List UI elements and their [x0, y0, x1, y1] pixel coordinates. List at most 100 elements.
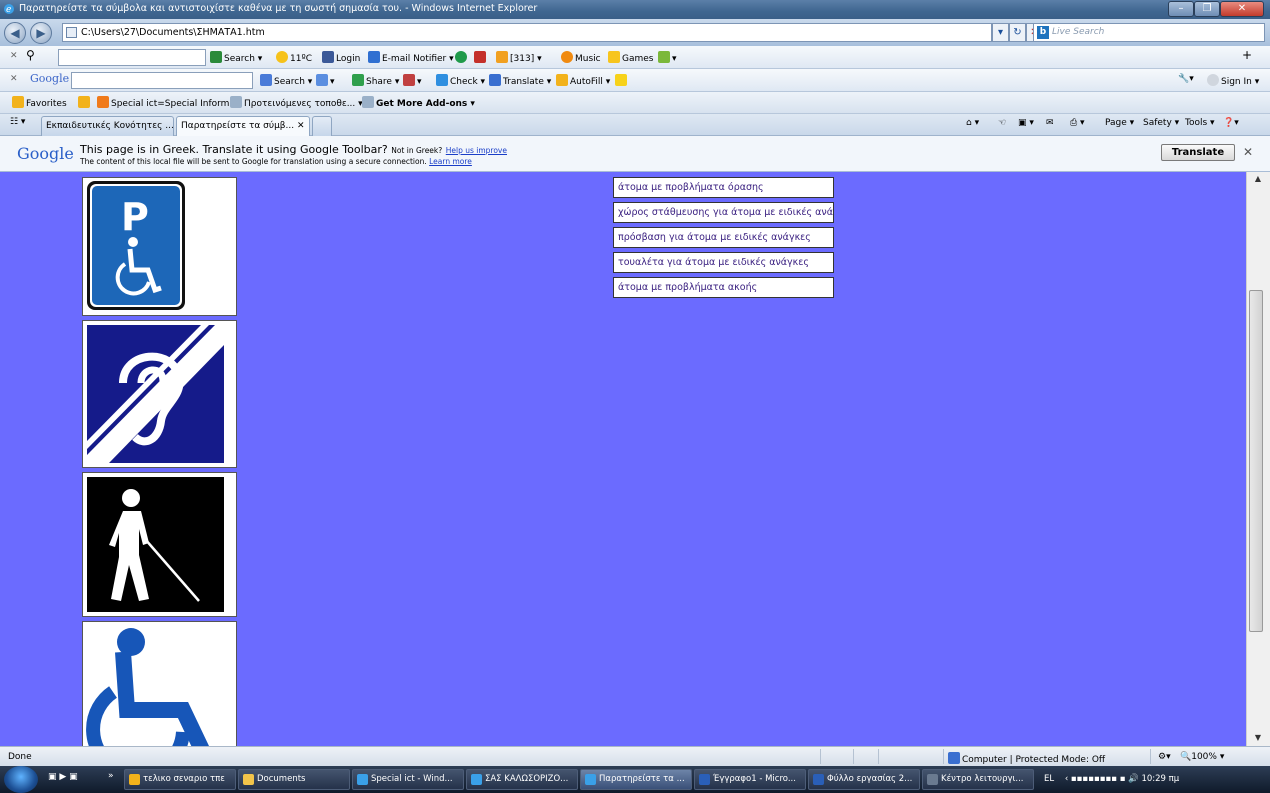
favorites-button[interactable]: Favorites	[12, 96, 67, 109]
google-search-button[interactable]: Search ▾	[260, 74, 312, 87]
parking-disabled-icon: P	[87, 181, 185, 310]
toolbar-1: ✕ ⚲ Search ▾ 11ºC Login E-mail Notifier …	[0, 46, 1270, 69]
safety-menu[interactable]: Safety ▾	[1143, 118, 1179, 128]
mail-icon	[368, 51, 380, 63]
refresh-toolbar-icon[interactable]	[455, 51, 469, 64]
tab-educational[interactable]: Εκπαιδευτικές Κονότητες ...	[41, 116, 174, 136]
tab-current[interactable]: Παρατηρείστε τα σύμβ... ✕	[176, 116, 310, 136]
task-button-7[interactable]: Φύλλο εργασίας 2...	[808, 769, 920, 790]
feeds-icon[interactable]: ▣ ▾	[1018, 118, 1034, 128]
check-button[interactable]: Check ▾	[436, 74, 485, 87]
vertical-scrollbar[interactable]: ▲ ▼	[1246, 172, 1270, 746]
addon-icon[interactable]: ▾	[658, 51, 677, 64]
games-button[interactable]: Games	[608, 51, 653, 64]
minimize-button[interactable]: –	[1168, 1, 1194, 17]
dropdown-icon[interactable]: ▾	[992, 23, 1009, 42]
google-plus-icon[interactable]: ▾	[316, 74, 335, 87]
new-tab-button[interactable]	[312, 116, 332, 136]
add-favorite-icon[interactable]	[78, 96, 92, 109]
task-button-5[interactable]: Παρατηρείστε τα ...	[580, 769, 692, 790]
close-google-toolbar-icon[interactable]: ✕	[10, 74, 18, 84]
google-search-input[interactable]	[71, 72, 253, 89]
help-icon[interactable]: ❓▾	[1223, 118, 1239, 128]
control-panel-icon	[927, 774, 938, 785]
wrench-icon[interactable]: 🔧▾	[1178, 74, 1194, 84]
favorite-item-special-ict[interactable]: Special ict=Special Inform...	[97, 96, 238, 109]
security-zone[interactable]: Computer | Protected Mode: Off	[948, 752, 1105, 765]
task-button-2[interactable]: Documents	[238, 769, 350, 790]
protected-mode-icon[interactable]: ⚙▾	[1158, 752, 1171, 762]
task-button-6[interactable]: Έγγραφο1 - Micro...	[694, 769, 806, 790]
symbol-card-hearing[interactable]	[82, 320, 237, 468]
task-button-3[interactable]: Special ict - Wind...	[352, 769, 464, 790]
email-notifier-button[interactable]: E-mail Notifier ▾	[368, 51, 454, 64]
zoom-level[interactable]: 🔍100% ▾	[1180, 752, 1224, 762]
signin-button[interactable]: Sign In ▾	[1207, 74, 1259, 87]
task-button-1[interactable]: τελικο σεναριο τπε	[124, 769, 236, 790]
forward-button[interactable]: ▶	[30, 22, 52, 44]
word-icon	[813, 774, 824, 785]
login-button[interactable]: Login	[322, 51, 360, 64]
sun-icon	[276, 51, 288, 63]
translate-button[interactable]: Translate ▾	[489, 74, 551, 87]
quick-launch-icons[interactable]: ▣ ▶ ▣	[48, 772, 78, 782]
meaning-label-access[interactable]: πρόσβαση για άτομα με ειδικές ανάγκες	[613, 227, 834, 248]
count-button[interactable]: [313] ▾	[496, 51, 542, 64]
page-menu[interactable]: Page ▾	[1105, 118, 1134, 128]
task-button-8[interactable]: Κέντρο λειτουργι...	[922, 769, 1034, 790]
close-tab-icon[interactable]: ✕	[297, 121, 305, 131]
close-button[interactable]: ✕	[1220, 1, 1264, 17]
back-button[interactable]: ◀	[4, 22, 26, 44]
popup-blocker-icon[interactable]: ▾	[403, 74, 422, 87]
task-button-4[interactable]: ΣΑΣ ΚΑΛΩΣΟΡΙΖΟ...	[466, 769, 578, 790]
address-url: C:\Users\27\Documents\ΣΗΜΑΤΑ1.htm	[81, 27, 265, 38]
scroll-up-icon[interactable]: ▲	[1250, 174, 1266, 183]
home-icon[interactable]: ⌂ ▾	[966, 118, 979, 128]
toolbar-search-input[interactable]	[58, 49, 206, 66]
maximize-button[interactable]: ❐	[1194, 1, 1220, 17]
start-button[interactable]	[4, 766, 38, 793]
help-improve-link[interactable]: Help us improve	[446, 146, 507, 155]
symbol-card-visually-impaired[interactable]	[82, 472, 237, 617]
autofill-button[interactable]: AutoFill ▾	[556, 74, 610, 87]
tray-icons[interactable]: ‹ ▪▪▪▪▪▪▪▪ ▪ 🔊	[1065, 774, 1142, 784]
print-icon[interactable]: ⎙ ▾	[1070, 118, 1085, 128]
hand-icon[interactable]: ☜	[998, 118, 1006, 128]
favorite-item-suggested[interactable]: Προτεινόμενες τοποθε... ▾	[230, 96, 363, 109]
page-icon	[66, 27, 77, 38]
live-search-input[interactable]: b Live Search	[1033, 23, 1265, 42]
translate-page-button[interactable]: Translate	[1161, 144, 1235, 161]
close-toolbar-icon[interactable]: ✕	[10, 51, 18, 61]
learn-more-link[interactable]: Learn more	[429, 157, 472, 166]
star-icon	[608, 51, 620, 63]
close-translate-bar-icon[interactable]: ✕	[1243, 145, 1253, 159]
favorite-item-addons[interactable]: Get More Add-ons ▾	[362, 96, 475, 109]
tools-menu[interactable]: Tools ▾	[1185, 118, 1215, 128]
meaning-label-hearing[interactable]: άτομα με προβλήματα ακοής	[613, 277, 834, 298]
meaning-label-toilet[interactable]: τουαλέτα για άτομα με ειδικές ανάγκες	[613, 252, 834, 273]
meaning-label-visual[interactable]: άτομα με προβλήματα όρασης	[613, 177, 834, 198]
language-indicator[interactable]: EL	[1044, 774, 1054, 784]
highlighter-icon[interactable]	[615, 74, 629, 87]
toolbar-search-button[interactable]: Search ▾	[210, 51, 262, 64]
add-icon[interactable]: +	[1242, 48, 1252, 62]
meaning-label-parking[interactable]: χώρος στάθμευσης για άτομα με ειδικές αν…	[613, 202, 834, 223]
symbol-card-wheelchair[interactable]	[82, 621, 237, 746]
clock[interactable]: 10:29 πμ	[1141, 774, 1179, 784]
youtube-icon[interactable]	[474, 51, 488, 64]
weather-button[interactable]: 11ºC	[276, 51, 312, 64]
address-field[interactable]: C:\Users\27\Documents\ΣΗΜΑΤΑ1.htm	[62, 23, 992, 42]
symbol-card-parking[interactable]: P	[82, 177, 237, 316]
scroll-thumb[interactable]	[1249, 290, 1263, 632]
share-button[interactable]: Share ▾	[352, 74, 399, 87]
page-icon	[230, 96, 242, 108]
google-logo: Google	[17, 144, 74, 163]
music-button[interactable]: Music	[561, 51, 601, 64]
more-quick-launch-icon[interactable]: »	[108, 771, 114, 781]
refresh-icon[interactable]: ↻	[1009, 23, 1026, 42]
quick-tabs-icon[interactable]: ☷ ▾	[10, 117, 25, 127]
mail-icon[interactable]: ✉	[1046, 118, 1054, 128]
search-icon[interactable]: ⚲	[26, 48, 35, 62]
scroll-down-icon[interactable]: ▼	[1250, 733, 1266, 742]
not-in-greek-text: Not in Greek?	[391, 146, 443, 155]
